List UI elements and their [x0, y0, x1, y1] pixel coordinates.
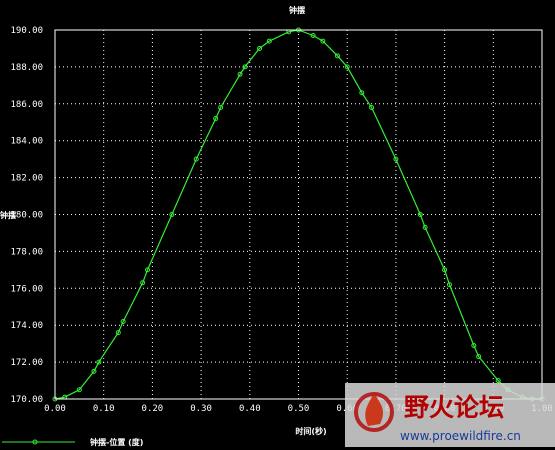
y-tick-label: 178.00 — [10, 247, 43, 257]
y-tick-label: 172.00 — [10, 358, 43, 368]
chart-window: 钟摆 钟摆 时间(秒) 0.000.100.200.300.400.500.60… — [0, 0, 555, 450]
x-tick-label: 0.10 — [93, 404, 115, 414]
y-tick-label: 188.00 — [10, 63, 43, 73]
x-tick-label: 0.20 — [142, 404, 164, 414]
tick-labels: 0.000.100.200.300.400.500.600.700.800.90… — [10, 26, 552, 414]
pendulum-chart: 钟摆 钟摆 时间(秒) 0.000.100.200.300.400.500.60… — [0, 5, 555, 447]
y-tick-label: 190.00 — [10, 26, 43, 36]
x-tick-label: 0.30 — [190, 404, 212, 414]
x-tick-label: 0.00 — [44, 404, 66, 414]
x-tick-label: 0.50 — [288, 404, 310, 414]
watermark-title: 野火论坛 — [404, 393, 504, 422]
y-tick-label: 186.00 — [10, 100, 43, 110]
grid — [55, 30, 542, 399]
x-axis-label: 时间(秒) — [295, 426, 326, 436]
legend: 钟摆-位置 (度) — [2, 437, 143, 447]
legend-label: 钟摆-位置 (度) — [90, 437, 143, 447]
y-tick-label: 174.00 — [10, 321, 43, 331]
x-tick-label: 0.40 — [239, 404, 261, 414]
watermark-url: www.proewildfire.cn — [400, 429, 521, 443]
y-tick-label: 170.00 — [10, 395, 43, 405]
chart-title: 钟摆 — [289, 5, 305, 15]
y-tick-label: 184.00 — [10, 137, 43, 147]
y-tick-label: 176.00 — [10, 284, 43, 294]
y-tick-label: 182.00 — [10, 174, 43, 184]
watermark-logo: 野火论坛 www.proewildfire.cn — [345, 383, 555, 447]
y-tick-label: 180.00 — [10, 211, 43, 221]
